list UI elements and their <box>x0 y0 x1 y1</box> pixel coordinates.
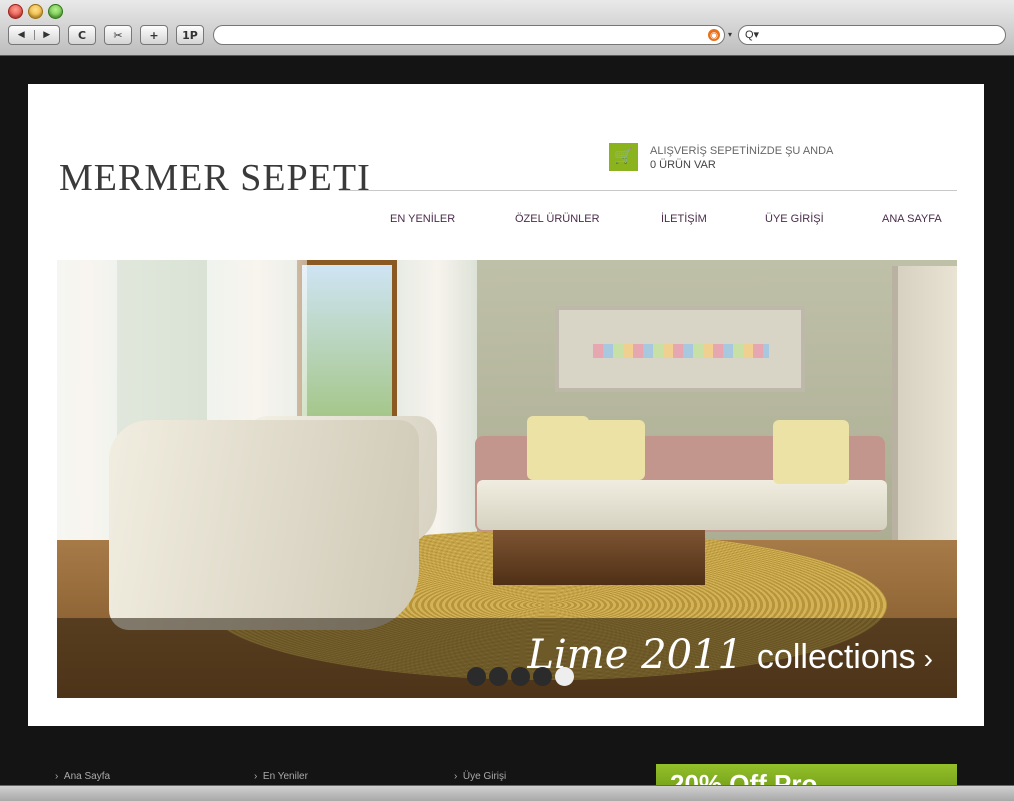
browser-status-bar <box>0 785 1014 801</box>
close-window-button[interactable] <box>8 4 23 19</box>
slider-dot[interactable] <box>533 667 552 686</box>
hero-pillow <box>773 420 849 484</box>
hero-sofa-seat <box>477 480 887 530</box>
chevron-right-icon: › <box>55 771 59 782</box>
chevron-right-icon: › <box>254 771 258 782</box>
menu-item-new[interactable]: EN YENİLER <box>390 213 455 225</box>
footer-link-label: Ana Sayfa <box>63 771 111 782</box>
cart-status-line2: 0 ÜRÜN VAR <box>650 159 716 171</box>
footer-link-label: En Yeniler <box>262 771 308 782</box>
reload-button[interactable]: C <box>68 25 96 45</box>
hero-caption-text: collections <box>756 638 916 676</box>
chevron-right-icon: › <box>454 771 458 782</box>
browser-toolbar: ◀ ▶ C ✂ + 1P ◉ ▾ Q▾ <box>0 0 1014 56</box>
hero-coffee-table <box>493 530 705 585</box>
hero-pillow <box>571 420 645 480</box>
cart-status[interactable]: ALIŞVERİŞ SEPETİNİZDE ŞU ANDA 0 ÜRÜN VAR <box>650 144 833 172</box>
chevron-down-icon[interactable]: ▾ <box>728 30 732 39</box>
back-icon[interactable]: ◀ <box>9 30 35 40</box>
slider-dot[interactable] <box>511 667 530 686</box>
header-divider <box>339 190 957 191</box>
slider-pagination <box>467 667 574 686</box>
footer-link-login[interactable]: › Üye Girişi <box>454 771 506 782</box>
menu-item-home[interactable]: ANA SAYFA <box>882 213 942 225</box>
slider-dot[interactable] <box>489 667 508 686</box>
menu-item-login[interactable]: ÜYE GİRİŞİ <box>765 213 824 225</box>
hero-slider[interactable]: Lime 2011 collections › <box>57 260 957 698</box>
footer-link-new[interactable]: › En Yeniler <box>254 771 308 782</box>
cart-status-line1: ALIŞVERİŞ SEPETİNİZDE ŞU ANDA <box>650 145 834 157</box>
zoom-window-button[interactable] <box>48 4 63 19</box>
minimize-window-button[interactable] <box>28 4 43 19</box>
hero-door <box>892 266 957 556</box>
footer-link-home[interactable]: › Ana Sayfa <box>55 771 110 782</box>
cart-icon[interactable]: 🛒 <box>609 143 638 171</box>
slider-dot-active[interactable] <box>555 667 574 686</box>
site-logo[interactable]: MERMER SEPETI <box>59 156 371 200</box>
hero-chair <box>109 420 419 630</box>
forward-icon[interactable]: ▶ <box>35 30 60 40</box>
snapback-button[interactable]: ✂ <box>104 25 132 45</box>
back-forward-buttons: ◀ ▶ <box>8 25 60 45</box>
search-field[interactable]: Q▾ <box>738 25 1006 45</box>
address-bar[interactable]: ◉ <box>213 25 725 45</box>
search-icon: Q▾ <box>745 29 760 41</box>
footer-link-label: Üye Girişi <box>462 771 507 782</box>
onepassword-button[interactable]: 1P <box>176 25 204 45</box>
chevron-right-icon[interactable]: › <box>924 643 933 674</box>
menu-item-contact[interactable]: İLETİŞİM <box>661 213 707 225</box>
slider-dot[interactable] <box>467 667 486 686</box>
hero-caption: Lime 2011 collections › <box>527 632 933 678</box>
site-page: MERMER SEPETI 🛒 ALIŞVERİŞ SEPETİNİZDE ŞU… <box>28 84 984 726</box>
rss-icon[interactable]: ◉ <box>708 29 720 41</box>
add-bookmark-button[interactable]: + <box>140 25 168 45</box>
menu-item-special-products[interactable]: ÖZEL ÜRÜNLER <box>515 213 600 225</box>
hero-wall-art <box>555 306 805 392</box>
